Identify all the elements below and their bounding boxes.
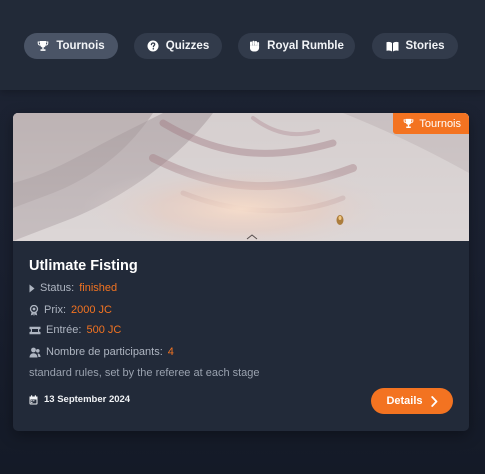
- chevron-right-icon: [430, 395, 438, 407]
- prize-row: Prix: 2000 JC: [29, 304, 112, 316]
- entry-label: Entrée:: [46, 324, 82, 336]
- caret-right-icon: [29, 284, 35, 293]
- date-row: 13 September 2024: [29, 394, 130, 405]
- entry-row: Entrée: 500 JC: [29, 324, 121, 336]
- fist-icon: [249, 40, 260, 52]
- details-button[interactable]: Details: [371, 388, 453, 414]
- tab-label: Tournois: [56, 40, 105, 52]
- participants-value: 4: [167, 346, 174, 358]
- trophy-icon: [403, 118, 414, 129]
- tab-label: Stories: [405, 40, 445, 52]
- tournament-card[interactable]: Tournois Utlimate Fisting Status: finish…: [13, 113, 469, 431]
- ticket-icon: [29, 326, 41, 335]
- tab-stories[interactable]: Stories: [372, 33, 458, 59]
- trophy-icon: [37, 40, 49, 52]
- tournament-description: standard rules, set by the referee at ea…: [29, 367, 260, 379]
- calendar-icon: [29, 394, 38, 405]
- status-value: finished: [79, 282, 118, 294]
- prize-value: 2000 JC: [71, 304, 112, 316]
- tab-label: Quizzes: [165, 40, 210, 52]
- page: Tournois Quizzes Royal Rumble Stories To…: [0, 0, 485, 474]
- participants-label: Nombre de participants:: [46, 346, 163, 358]
- tab-label: Royal Rumble: [267, 40, 344, 52]
- badge-label: Tournois: [419, 117, 461, 130]
- details-button-label: Details: [386, 395, 423, 407]
- status-label: Status:: [40, 282, 75, 294]
- tournament-date: 13 September 2024: [44, 394, 131, 405]
- tournament-title: Utlimate Fisting: [29, 258, 138, 274]
- award-icon: [29, 304, 39, 316]
- entry-value: 500 JC: [86, 324, 122, 336]
- tab-quizzes[interactable]: Quizzes: [134, 33, 222, 59]
- users-icon: [29, 347, 41, 358]
- participants-row: Nombre de participants: 4: [29, 346, 174, 358]
- book-icon: [386, 41, 399, 52]
- status-row: Status: finished: [29, 282, 117, 294]
- tab-royal-rumble[interactable]: Royal Rumble: [238, 33, 355, 59]
- category-badge: Tournois: [393, 113, 469, 134]
- category-nav: Tournois Quizzes Royal Rumble Stories: [0, 0, 485, 90]
- prize-label: Prix:: [44, 304, 66, 316]
- question-circle-icon: [147, 40, 159, 52]
- tab-tournois[interactable]: Tournois: [24, 33, 118, 59]
